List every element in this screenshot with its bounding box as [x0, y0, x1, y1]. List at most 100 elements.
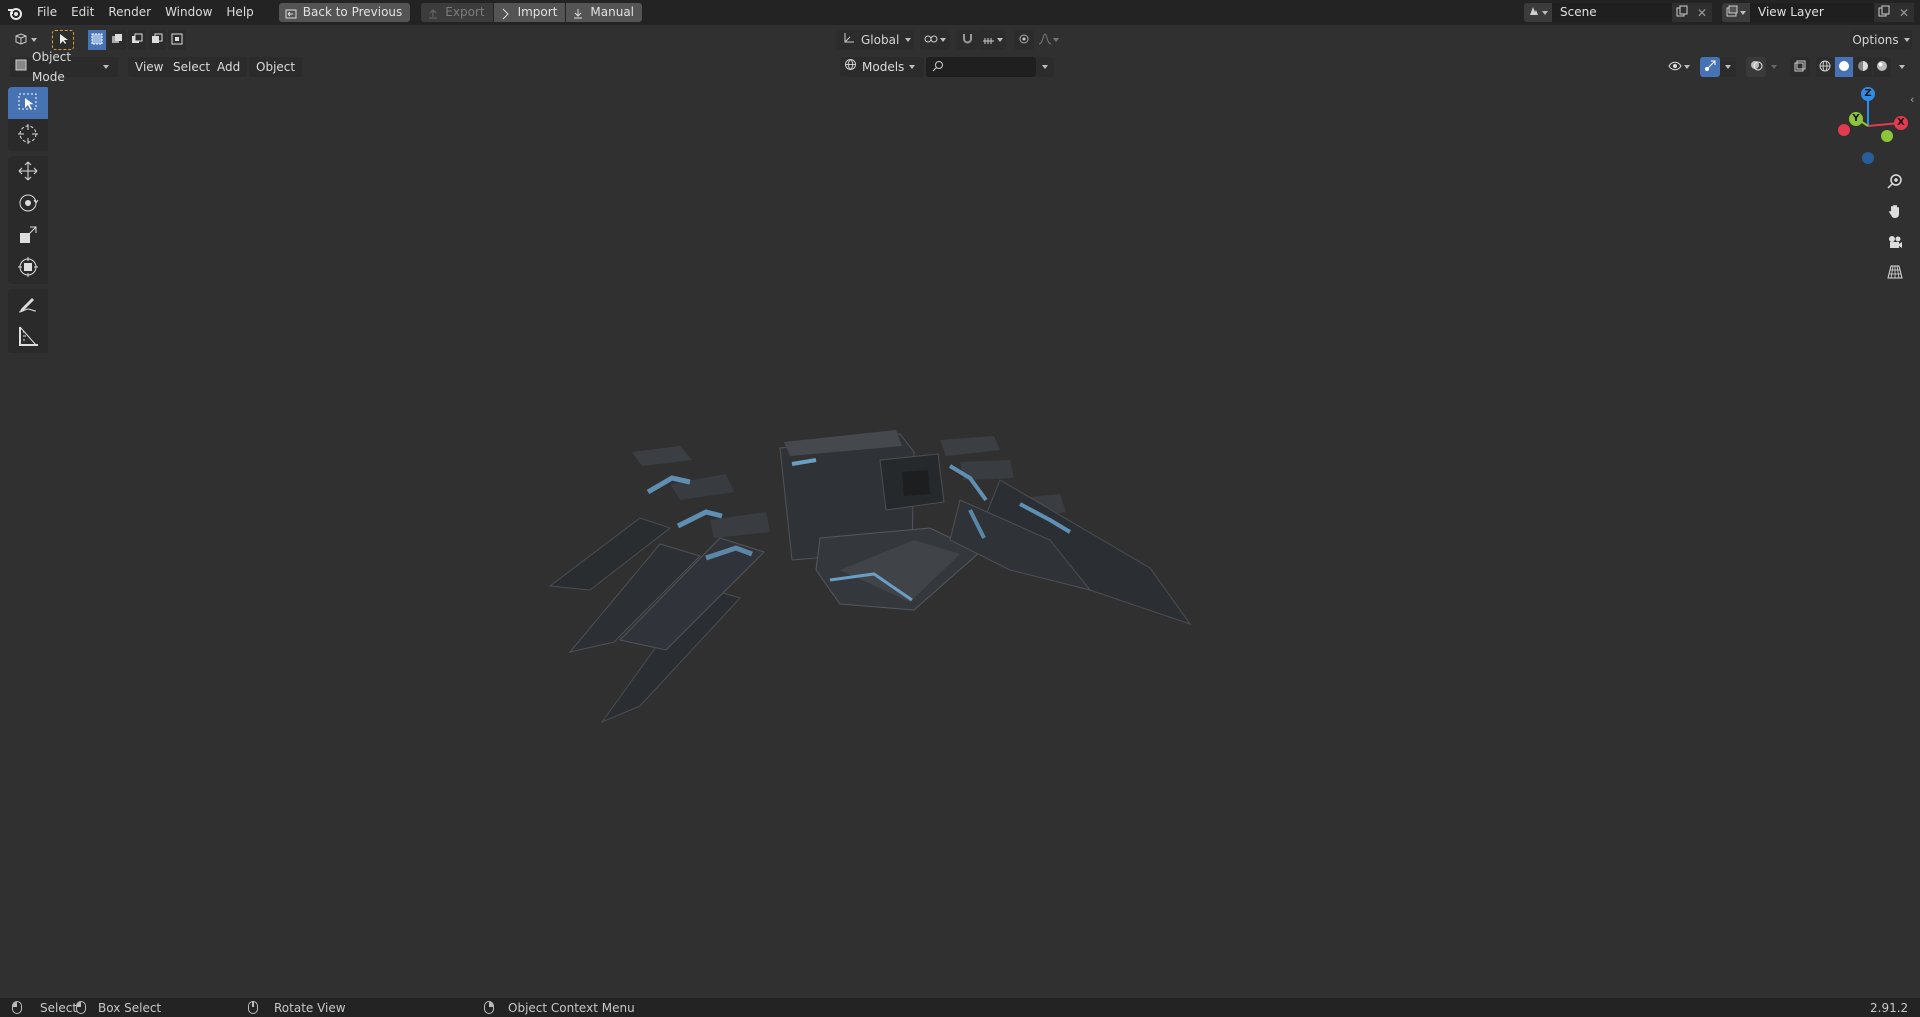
menu-object[interactable]: Object	[249, 57, 303, 77]
proportional-editing-toggle[interactable]	[1014, 30, 1034, 50]
chevron-down-icon	[1052, 38, 1059, 42]
perspective-toggle-button[interactable]	[1880, 259, 1910, 287]
camera-view-button[interactable]	[1880, 229, 1910, 257]
spider-mech-model[interactable]	[530, 420, 1220, 740]
cursor-arrow-icon	[57, 33, 69, 48]
import-button[interactable]: Import	[493, 3, 566, 22]
menu-render[interactable]: Render	[101, 0, 158, 25]
gizmo-x-axis[interactable]: X	[1894, 116, 1908, 130]
mode-difference-button[interactable]	[148, 30, 166, 50]
overlays-dropdown[interactable]	[1766, 57, 1782, 77]
snap-target-dropdown[interactable]	[978, 30, 1006, 50]
view-layer-browse-button[interactable]	[1722, 3, 1750, 22]
proportional-falloff-dropdown[interactable]	[1034, 30, 1062, 50]
search-input[interactable]	[926, 57, 1036, 77]
xray-toggle[interactable]	[1790, 57, 1810, 77]
chevron-down-icon	[909, 65, 916, 69]
object-mode-dropdown[interactable]: Object Mode	[10, 50, 118, 84]
view-layer-new-button[interactable]	[1874, 3, 1894, 22]
viewport-header: Object Mode View Select Add Object Model…	[0, 50, 1920, 106]
view-layer-name-field[interactable]: View Layer	[1750, 3, 1874, 22]
blender-logo-icon[interactable]	[0, 0, 30, 25]
file-io-group: Export Import Manual	[421, 3, 643, 22]
manual-label: Manual	[590, 5, 635, 19]
gizmo-toggle[interactable]	[1700, 57, 1720, 77]
tool-cursor[interactable]	[8, 119, 48, 151]
menu-add[interactable]: Add	[210, 57, 248, 77]
mouse-drag-icon	[76, 1001, 86, 1014]
menu-view[interactable]: View	[128, 57, 171, 77]
menu-file[interactable]: File	[30, 0, 64, 25]
status-select-hint: Select	[12, 998, 77, 1017]
orientation-label: Global	[861, 33, 900, 47]
zoom-view-button[interactable]	[1880, 168, 1910, 196]
gizmo-y-axis[interactable]: Y	[1849, 112, 1863, 126]
gizmo-dropdown[interactable]	[1720, 57, 1736, 77]
manual-button[interactable]: Manual	[566, 3, 643, 22]
gizmo-z-axis[interactable]: Z	[1861, 87, 1875, 101]
3d-viewport-icon	[14, 32, 28, 49]
sidebar-expand-chevron-icon[interactable]: ‹	[1910, 93, 1914, 106]
shading-solid-button[interactable]	[1835, 57, 1853, 77]
grid-perspective-icon	[1887, 264, 1903, 283]
snap-toggle[interactable]	[956, 30, 978, 50]
navigation-gizmo[interactable]: Z Y X	[1820, 86, 1910, 166]
tool-move[interactable]	[8, 156, 48, 188]
close-icon: ✕	[1696, 5, 1708, 20]
collection-label: Models	[862, 60, 905, 74]
pivot-link-icon	[924, 33, 938, 48]
visibility-dropdown[interactable]	[1664, 57, 1694, 77]
snap-increment-icon	[982, 32, 995, 48]
chevron-down-icon	[1684, 65, 1690, 69]
menu-help[interactable]: Help	[219, 0, 260, 25]
menu-edit[interactable]: Edit	[64, 0, 101, 25]
select-difference-icon	[151, 33, 163, 48]
overlays-toggle[interactable]	[1746, 57, 1766, 77]
mode-intersect-button[interactable]	[168, 30, 186, 50]
xray-icon	[1794, 60, 1806, 75]
tool-annotate[interactable]	[8, 289, 48, 321]
view-layer-delete-button[interactable]: ✕	[1894, 3, 1914, 22]
export-icon	[427, 7, 439, 19]
pivot-point-dropdown[interactable]	[920, 30, 950, 50]
chevron-down-icon	[1899, 65, 1905, 69]
tool-scale[interactable]	[8, 220, 48, 252]
scene-name-field[interactable]: Scene	[1552, 3, 1672, 22]
menu-window[interactable]: Window	[158, 0, 219, 25]
mode-subtract-button[interactable]	[128, 30, 146, 50]
shading-wireframe-button[interactable]	[1816, 57, 1834, 77]
tool-transform[interactable]	[8, 252, 48, 284]
scene-browse-button[interactable]	[1524, 3, 1552, 22]
ruler-icon	[16, 324, 40, 351]
transform-orientation-dropdown[interactable]: Global	[836, 30, 914, 50]
tool-select-box[interactable]	[8, 87, 48, 119]
export-button[interactable]: Export	[421, 3, 493, 22]
tool-group-select	[8, 87, 50, 151]
mode-label: Object Mode	[32, 50, 72, 84]
shading-material-button[interactable]	[1854, 57, 1872, 77]
camera-icon	[1887, 234, 1903, 253]
close-icon: ✕	[1898, 5, 1910, 20]
import-label: Import	[517, 5, 558, 19]
scene-new-button[interactable]	[1672, 3, 1692, 22]
options-dropdown[interactable]: Options	[1850, 30, 1912, 50]
tool-measure[interactable]	[8, 321, 48, 353]
tool-rotate[interactable]	[8, 188, 48, 220]
scene-delete-button[interactable]: ✕	[1692, 3, 1712, 22]
collection-dropdown[interactable]: Models	[840, 57, 924, 77]
back-to-previous-button[interactable]: Back to Previous	[278, 3, 411, 22]
magnifier-plus-icon	[1887, 173, 1903, 192]
filter-dropdown[interactable]	[1036, 57, 1054, 77]
gizmo-neg-x-axis[interactable]	[1838, 124, 1850, 136]
mode-extend-button[interactable]	[108, 30, 126, 50]
gizmo-neg-y-axis[interactable]	[1881, 130, 1893, 142]
scene-selector: Scene ✕	[1524, 3, 1712, 22]
download-icon	[572, 7, 584, 19]
shading-dropdown[interactable]	[1894, 57, 1910, 77]
rendered-sphere-icon	[1876, 60, 1888, 75]
options-label: Options	[1852, 33, 1899, 47]
gizmo-neg-z-axis[interactable]	[1862, 152, 1874, 164]
shading-rendered-button[interactable]	[1873, 57, 1891, 77]
rotate-icon	[16, 191, 40, 218]
pan-view-button[interactable]	[1880, 198, 1910, 226]
